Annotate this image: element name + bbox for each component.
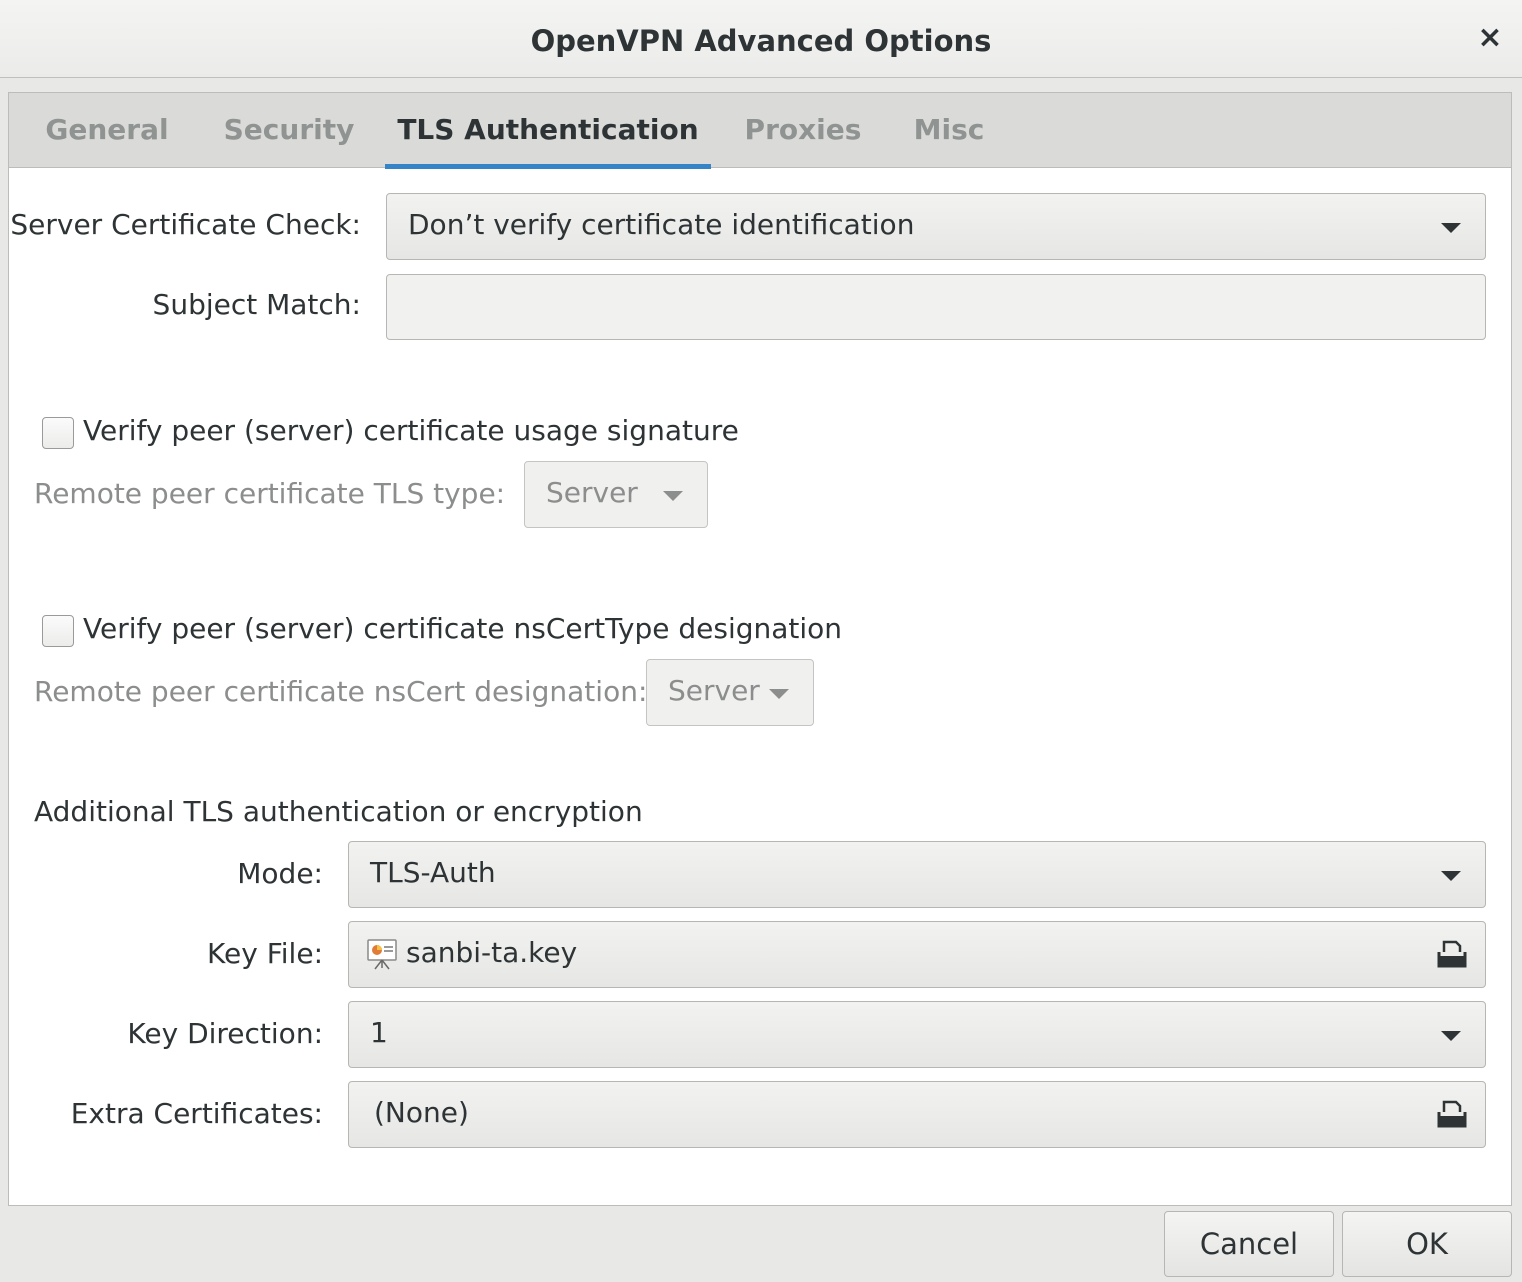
close-icon[interactable]: ×	[1476, 20, 1504, 56]
mode-combo[interactable]: TLS-Auth	[348, 841, 1486, 908]
server-cert-check-label: Server Certificate Check:	[10, 208, 361, 241]
chevron-down-icon	[1441, 223, 1461, 233]
tab-general[interactable]: General	[33, 93, 181, 168]
title-bar: OpenVPN Advanced Options ×	[0, 0, 1522, 78]
subject-match-input[interactable]	[386, 274, 1486, 340]
server-cert-check-value: Don’t verify certificate identification	[408, 208, 915, 241]
cancel-button[interactable]: Cancel	[1164, 1211, 1334, 1277]
extra-certs-label: Extra Certificates:	[70, 1097, 323, 1130]
remote-tls-type-combo[interactable]: Server	[524, 461, 708, 528]
server-cert-check-combo[interactable]: Don’t verify certificate identification	[386, 193, 1486, 260]
subject-match-label: Subject Match:	[152, 288, 361, 321]
key-direction-label: Key Direction:	[127, 1017, 323, 1050]
tab-misc[interactable]: Misc	[901, 93, 997, 168]
verify-usage-checkbox[interactable]	[42, 417, 74, 449]
mode-label: Mode:	[237, 857, 323, 890]
verify-usage-label[interactable]: Verify peer (server) certificate usage s…	[83, 414, 739, 447]
verify-nscert-label[interactable]: Verify peer (server) certificate nsCertT…	[83, 612, 842, 645]
tab-notebook: General Security TLS Authentication Prox…	[8, 92, 1512, 1206]
remote-nscert-value: Server	[668, 674, 760, 707]
tab-proxies[interactable]: Proxies	[731, 93, 875, 168]
tab-tls-authentication[interactable]: TLS Authentication	[385, 93, 711, 169]
chevron-down-icon	[769, 689, 789, 699]
tab-security[interactable]: Security	[205, 93, 373, 168]
presentation-file-icon	[367, 939, 397, 970]
folder-open-icon	[1437, 1100, 1467, 1128]
folder-open-icon	[1437, 940, 1467, 968]
dialog-window: OpenVPN Advanced Options × General Secur…	[0, 0, 1522, 1282]
remote-nscert-combo[interactable]: Server	[646, 659, 814, 726]
dialog-title: OpenVPN Advanced Options	[530, 24, 992, 58]
chevron-down-icon	[1441, 1031, 1461, 1041]
key-file-label: Key File:	[207, 937, 323, 970]
remote-nscert-label: Remote peer certificate nsCert designati…	[34, 675, 648, 708]
verify-nscert-checkbox[interactable]	[42, 615, 74, 647]
ok-button[interactable]: OK	[1342, 1211, 1512, 1277]
key-direction-value: 1	[370, 1016, 388, 1049]
key-file-chooser[interactable]: sanbi-ta.key	[348, 921, 1486, 988]
chevron-down-icon	[1441, 871, 1461, 881]
key-file-value: sanbi-ta.key	[406, 936, 578, 969]
extra-certs-chooser[interactable]: (None)	[348, 1081, 1486, 1148]
mode-value: TLS-Auth	[370, 856, 496, 889]
key-direction-combo[interactable]: 1	[348, 1001, 1486, 1068]
chevron-down-icon	[663, 491, 683, 501]
remote-tls-type-label: Remote peer certificate TLS type:	[34, 477, 506, 510]
tab-bar: General Security TLS Authentication Prox…	[9, 93, 1511, 169]
extra-certs-value: (None)	[374, 1096, 469, 1129]
remote-tls-type-value: Server	[546, 476, 638, 509]
additional-tls-section-title: Additional TLS authentication or encrypt…	[34, 795, 643, 828]
